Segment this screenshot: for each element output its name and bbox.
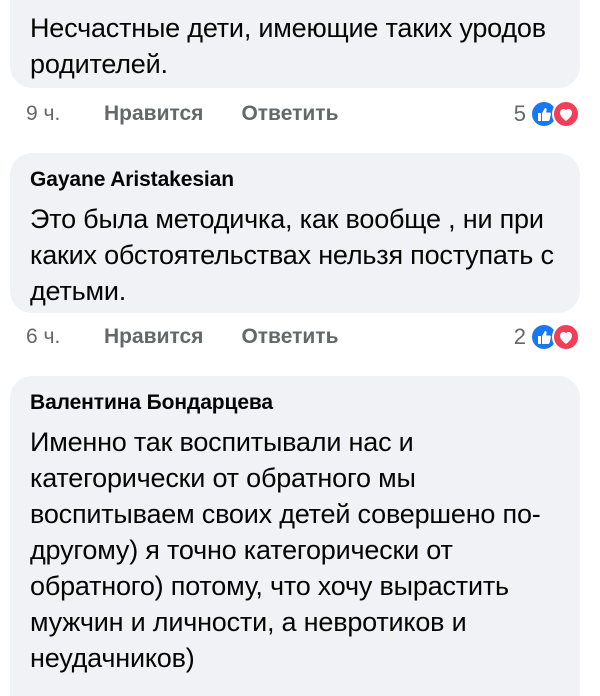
reactions-summary[interactable]: 2 (514, 319, 580, 355)
comment-author[interactable]: Валентина Бондарцева (30, 388, 560, 418)
comment-timestamp[interactable]: 9 ч. (26, 102, 104, 126)
comment-bubble: Валентина Бондарцева Именно так воспитыв… (10, 376, 580, 696)
comment-text: Несчастные дети, имеющие таких уродов ро… (30, 13, 546, 79)
comment-author[interactable]: Gayane Aristakesian (30, 165, 560, 195)
comment-bubble: Gayane Aristakesian Это была методичка, … (10, 153, 580, 313)
comment-text: Это была методичка, как вообще , ни при … (30, 204, 554, 306)
reaction-count: 2 (513, 324, 526, 349)
love-icon (552, 100, 580, 128)
comment-text: Именно так воспитывали нас и категоричес… (30, 427, 541, 673)
like-button[interactable]: Нравится (104, 325, 203, 349)
reaction-count: 5 (513, 101, 526, 126)
comment-bubble: Несчастные дети, имеющие таких уродов ро… (10, 0, 580, 88)
reply-button[interactable]: Ответить (241, 102, 338, 126)
reply-button[interactable]: Ответить (241, 325, 338, 349)
comment-meta: 6 ч. Нравится Ответить 2 (26, 319, 586, 355)
comment-meta: 9 ч. Нравится Ответить 5 (26, 96, 586, 132)
reactions-summary[interactable]: 5 (514, 96, 580, 132)
like-button[interactable]: Нравится (104, 102, 203, 126)
love-icon (552, 323, 580, 351)
comment-timestamp[interactable]: 6 ч. (26, 325, 104, 349)
